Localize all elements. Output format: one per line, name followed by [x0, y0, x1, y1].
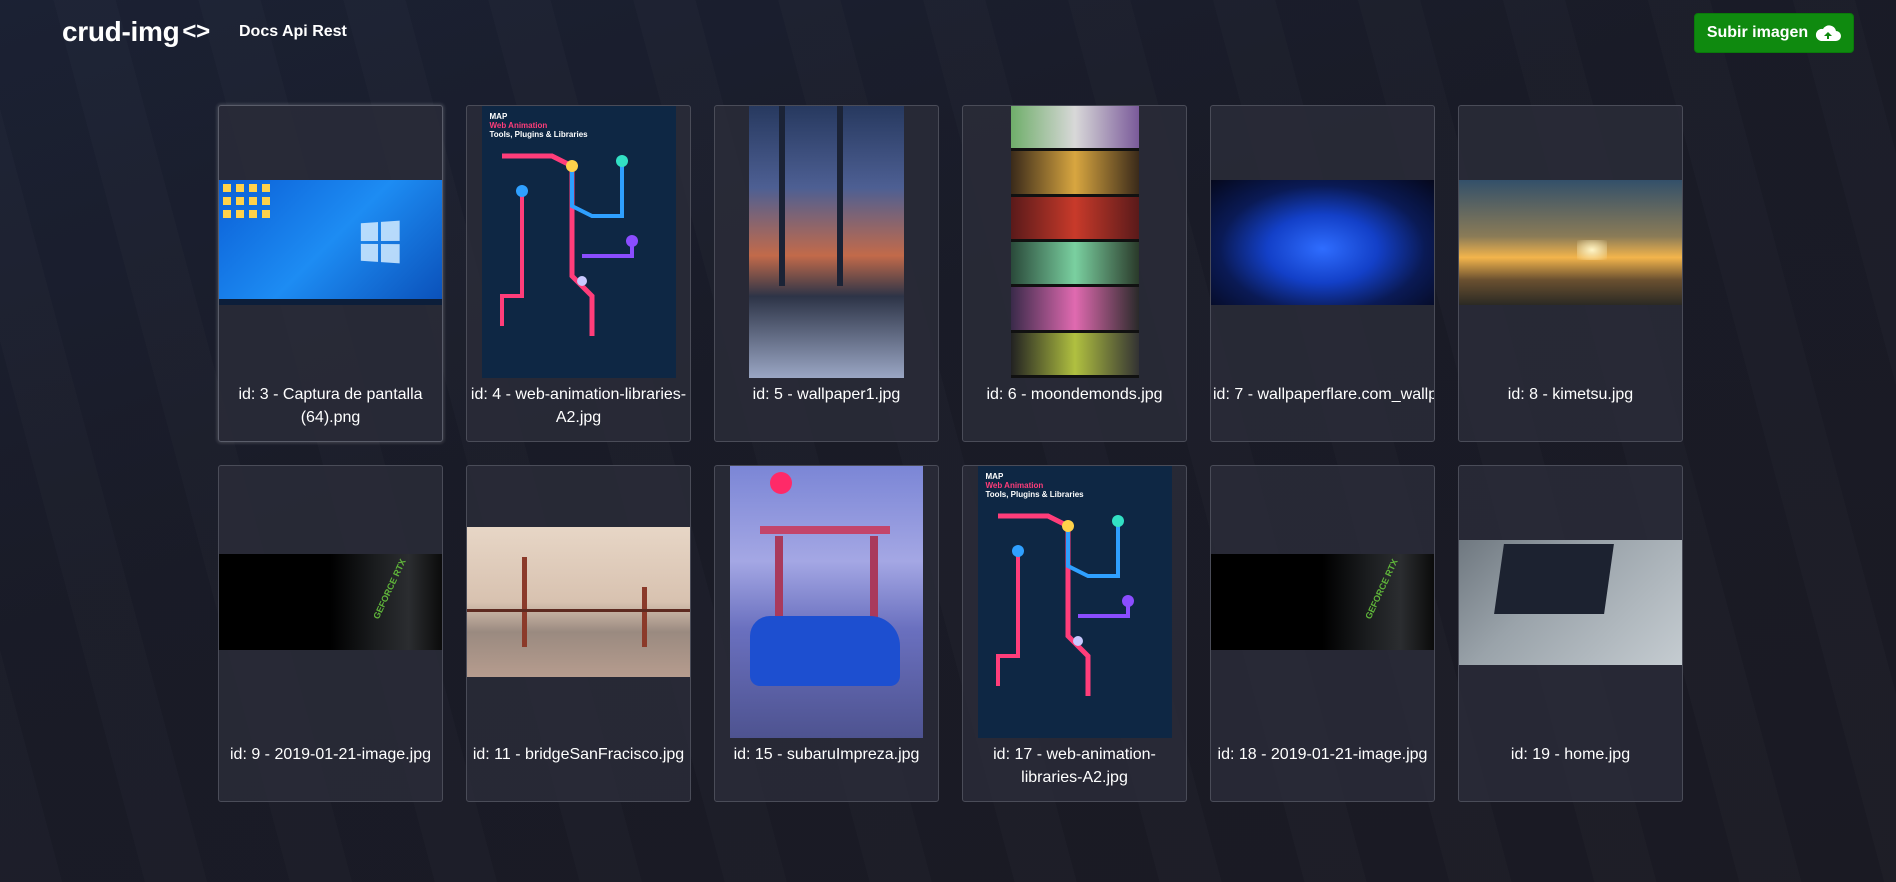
image-thumbnail	[715, 106, 938, 378]
image-card[interactable]: id: 19 - home.jpg	[1458, 465, 1683, 802]
image-card[interactable]: id: 11 - bridgeSanFracisco.jpg	[466, 465, 691, 802]
graphics-card-image: GEFORCE RTX	[1211, 554, 1434, 650]
image-thumbnail	[1459, 106, 1682, 378]
image-caption: id: 17 - web-animation-libraries-A2.jpg	[993, 746, 1156, 786]
golden-gate-bridge-image	[467, 527, 690, 677]
top-navbar: crud-img <> Docs Api Rest Subir imagen	[0, 0, 1896, 70]
kimetsu-sunset-image	[1459, 179, 1682, 305]
image-card[interactable]: MAP Web Animation Tools, Plugins & Libra…	[962, 465, 1187, 802]
image-card[interactable]: MAP Web Animation Tools, Plugins & Libra…	[466, 105, 691, 442]
cloud-upload-icon	[1816, 25, 1842, 41]
image-caption: id: 15 - subaruImpreza.jpg	[733, 746, 920, 763]
image-card[interactable]: id: 5 - wallpaper1.jpg	[714, 105, 939, 442]
web-animation-map-image: MAP Web Animation Tools, Plugins & Libra…	[481, 106, 676, 378]
image-caption: id: 18 - 2019-01-21-image.jpg	[1217, 746, 1428, 763]
upload-image-button[interactable]: Subir imagen	[1694, 13, 1854, 53]
image-card[interactable]: id: 3 - Captura de pantalla (64).png	[218, 105, 443, 442]
image-caption: id: 19 - home.jpg	[1510, 746, 1631, 763]
nav-docs-api-rest[interactable]: Docs Api Rest	[239, 23, 347, 41]
image-thumbnail	[1211, 106, 1434, 378]
image-caption: id: 5 - wallpaper1.jpg	[752, 386, 901, 403]
image-thumbnail: GEFORCE RTX	[1211, 466, 1434, 738]
web-animation-map-image: MAP Web Animation Tools, Plugins & Libra…	[977, 466, 1172, 738]
bedroom-window-image	[749, 106, 904, 378]
image-thumbnail	[963, 106, 1186, 378]
laptop-desk-image	[1459, 539, 1682, 665]
image-caption: id: 9 - 2019-01-21-image.jpg	[229, 746, 431, 763]
subaru-impreza-image	[730, 466, 923, 738]
image-thumbnail: GEFORCE RTX	[219, 466, 442, 738]
image-thumbnail	[219, 106, 442, 378]
image-caption: id: 6 - moondemonds.jpg	[986, 386, 1163, 403]
image-caption: id: 8 - kimetsu.jpg	[1507, 386, 1634, 403]
image-card[interactable]: id: 7 - wallpaperflare.com_wallpaper.jpg	[1210, 105, 1435, 442]
image-card[interactable]: GEFORCE RTX id: 9 - 2019-01-21-image.jpg	[218, 465, 443, 802]
image-card[interactable]: id: 15 - subaruImpreza.jpg	[714, 465, 939, 802]
image-caption: id: 3 - Captura de pantalla (64).png	[238, 386, 423, 426]
demon-eyes-collage-image	[1010, 106, 1139, 378]
image-caption: id: 11 - bridgeSanFracisco.jpg	[472, 746, 685, 763]
code-brackets-icon: <>	[182, 18, 210, 45]
graphics-card-image: GEFORCE RTX	[219, 554, 442, 650]
image-card[interactable]: id: 6 - moondemonds.jpg	[962, 105, 1187, 442]
image-thumbnail	[467, 466, 690, 738]
image-card[interactable]: GEFORCE RTX id: 18 - 2019-01-21-image.jp…	[1210, 465, 1435, 802]
brand-text: crud-img	[62, 16, 180, 47]
image-thumbnail	[715, 466, 938, 738]
image-card[interactable]: id: 8 - kimetsu.jpg	[1458, 105, 1683, 442]
image-thumbnail: MAP Web Animation Tools, Plugins & Libra…	[467, 106, 690, 378]
windows-desktop-image	[219, 179, 442, 305]
image-thumbnail: MAP Web Animation Tools, Plugins & Libra…	[963, 466, 1186, 738]
upload-button-label: Subir imagen	[1706, 24, 1809, 41]
image-caption: id: 7 - wallpaperflare.com_wallpaper.jpg	[1213, 386, 1434, 403]
image-caption: id: 4 - web-animation-libraries-A2.jpg	[470, 386, 687, 426]
windows11-bloom-image	[1211, 179, 1434, 305]
brand-logo[interactable]: crud-img <>	[62, 16, 210, 48]
image-thumbnail	[1459, 466, 1682, 738]
